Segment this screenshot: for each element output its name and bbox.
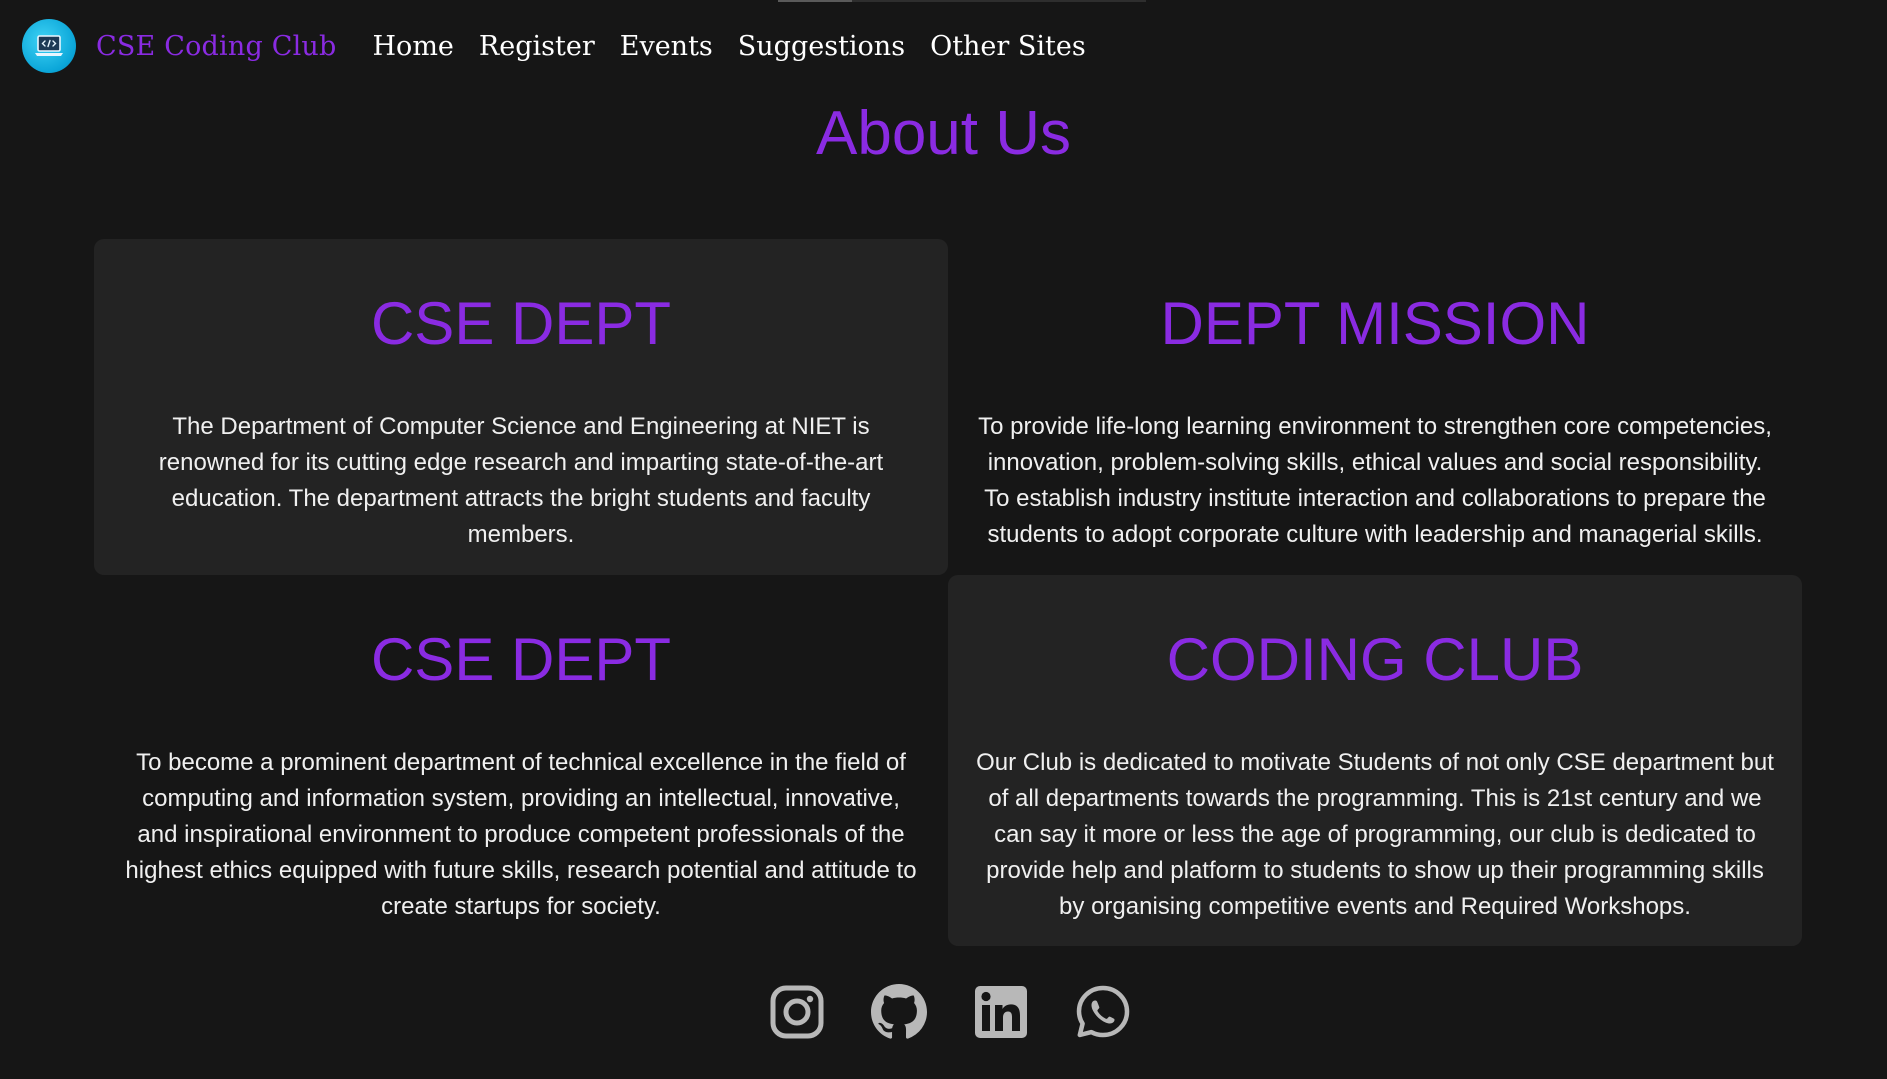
card-title: DEPT MISSION (1160, 290, 1590, 357)
brand-name[interactable]: CSE Coding Club (96, 31, 337, 62)
laptop-code-icon (35, 35, 63, 56)
card-text: The Department of Computer Science and E… (158, 413, 884, 548)
github-link[interactable] (870, 982, 927, 1042)
page-title: About Us (815, 99, 1072, 168)
nav-link-events[interactable]: Events (620, 31, 713, 62)
card-title: CSE DEPT (370, 626, 672, 693)
card-text: To become a prominent department of tech… (125, 749, 917, 920)
card-cse-dept-vision: CSE DEPT To become a prominent departmen… (94, 575, 948, 946)
social-links (0, 982, 1887, 1042)
linkedin-icon (974, 986, 1027, 1038)
github-icon (870, 984, 927, 1039)
nav-links: Home Register Events Suggestions Other S… (373, 31, 1086, 62)
card-cse-dept: CSE DEPT The Department of Computer Scie… (94, 239, 948, 575)
card-title: CSE DEPT (370, 290, 672, 357)
card-text: Our Club is dedicated to motivate Studen… (976, 749, 1774, 920)
navbar: CSE Coding Club Home Register Events Sug… (22, 16, 1086, 76)
card-coding-club: CODING CLUB Our Club is dedicated to mot… (948, 575, 1802, 946)
card-text: To provide life-long learning environmen… (978, 413, 1772, 548)
whatsapp-link[interactable] (1075, 982, 1131, 1042)
instagram-icon (770, 985, 823, 1039)
whatsapp-icon (1076, 985, 1129, 1038)
top-scroll-indicator (778, 0, 1146, 2)
card-title: CODING CLUB (1166, 626, 1584, 693)
nav-link-suggestions[interactable]: Suggestions (738, 31, 905, 62)
nav-link-register[interactable]: Register (479, 31, 595, 62)
scroll-indicator-thumb (778, 0, 852, 2)
instagram-link[interactable] (769, 982, 825, 1042)
nav-link-other-sites[interactable]: Other Sites (930, 31, 1086, 62)
linkedin-link[interactable] (973, 982, 1029, 1042)
club-logo[interactable] (22, 19, 76, 73)
nav-link-home[interactable]: Home (373, 31, 454, 62)
card-dept-mission: DEPT MISSION To provide life-long learni… (948, 239, 1802, 575)
about-grid: CSE DEPT The Department of Computer Scie… (94, 239, 1802, 946)
